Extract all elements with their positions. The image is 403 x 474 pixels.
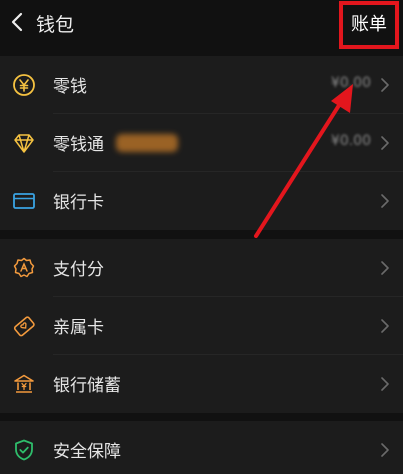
menu-item-label: 安全保障 — [53, 442, 121, 462]
menu-item-label: 零钱通 — [53, 135, 104, 155]
menu-item-label: 银行卡 — [53, 193, 104, 213]
chevron-right-icon — [381, 136, 389, 150]
chevron-right-icon — [381, 194, 389, 208]
chevron-right-icon — [381, 319, 389, 333]
top-bar: 钱包 账单 — [0, 0, 403, 50]
page-title: 钱包 — [36, 14, 75, 36]
bill-button[interactable]: 账单 — [343, 5, 395, 45]
bank-card-icon — [13, 193, 35, 209]
balance-value: ¥0.00 — [330, 133, 371, 149]
menu-item-label: 支付分 — [53, 260, 104, 280]
yuan-coin-icon — [13, 74, 35, 96]
wallet-section-funds: 零钱 ¥0.00 零钱通 ¥0.00 银行卡 — [0, 56, 403, 230]
menu-item-bank-savings[interactable]: 银行储蓄 — [0, 355, 403, 413]
menu-item-bank-card[interactable]: 银行卡 — [0, 172, 403, 230]
diamond-icon — [14, 134, 34, 153]
wallet-section-services: 支付分 亲属卡 银行储蓄 — [0, 239, 403, 413]
menu-item-label: 零钱 — [53, 77, 87, 97]
bill-highlight-box: 账单 — [339, 1, 399, 49]
menu-item-family-card[interactable]: 亲属卡 — [0, 297, 403, 355]
pay-score-shield-icon — [13, 257, 35, 278]
menu-item-change[interactable]: 零钱 ¥0.00 — [0, 56, 403, 114]
wallet-section-security: 安全保障 — [0, 421, 403, 474]
menu-item-security[interactable]: 安全保障 — [0, 421, 403, 474]
redacted-badge — [116, 134, 178, 152]
chevron-right-icon — [381, 377, 389, 391]
menu-item-pay-score[interactable]: 支付分 — [0, 239, 403, 297]
family-card-icon — [13, 316, 35, 337]
bank-building-icon — [14, 374, 34, 393]
menu-item-label: 银行储蓄 — [53, 376, 121, 396]
balance-value: ¥0.00 — [330, 75, 371, 91]
chevron-right-icon — [381, 78, 389, 92]
menu-item-label: 亲属卡 — [53, 318, 104, 338]
back-chevron-icon[interactable] — [6, 9, 30, 35]
chevron-right-icon — [381, 443, 389, 457]
menu-item-change-plus[interactable]: 零钱通 ¥0.00 — [0, 114, 403, 172]
security-shield-icon — [15, 439, 33, 461]
chevron-right-icon — [381, 261, 389, 275]
